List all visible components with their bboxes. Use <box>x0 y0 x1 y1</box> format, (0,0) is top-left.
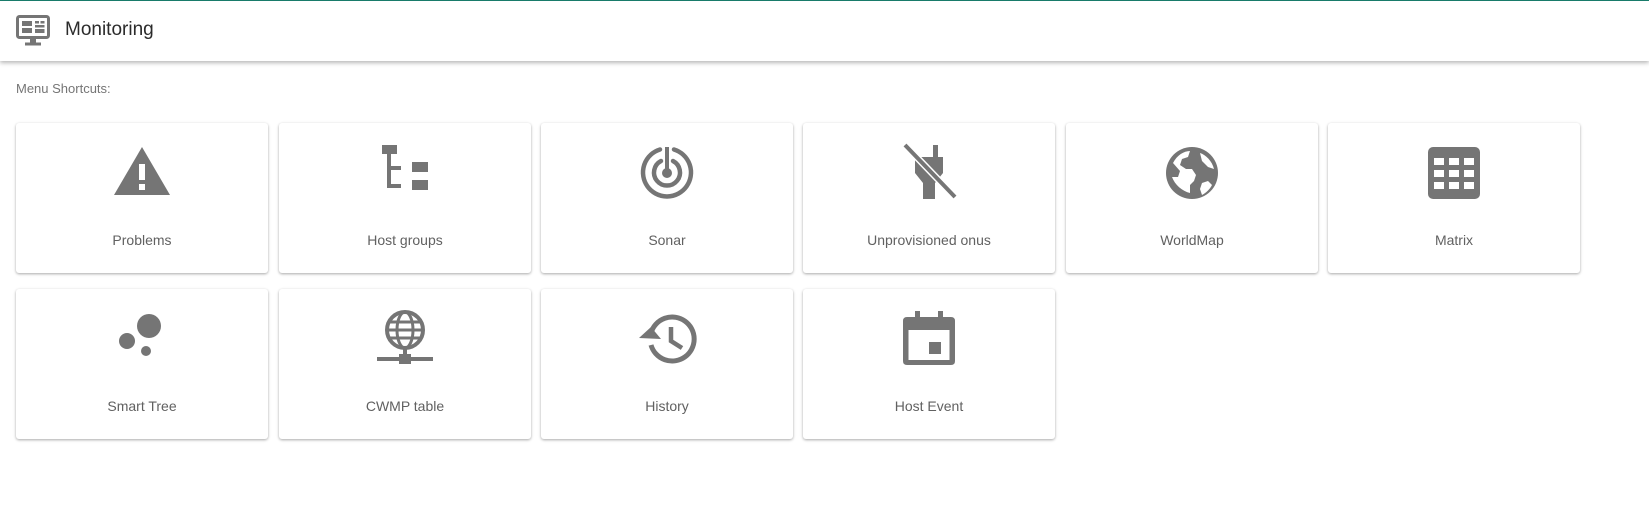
menu-shortcuts-label: Menu Shortcuts: <box>16 81 111 96</box>
page-title: Monitoring <box>65 19 154 40</box>
shortcut-label: Sonar <box>648 232 686 248</box>
page-header: Monitoring <box>0 1 1649 61</box>
calendar-event-icon <box>899 309 959 369</box>
shortcut-label: Unprovisioned onus <box>867 232 991 248</box>
shortcut-label: History <box>645 398 689 414</box>
shortcut-card-smart-tree[interactable]: Smart Tree <box>16 289 268 439</box>
shortcut-label: Host groups <box>367 232 443 248</box>
shortcut-card-unprovisioned-onus[interactable]: Unprovisioned onus <box>803 123 1055 273</box>
shortcut-label: Smart Tree <box>107 398 177 414</box>
warning-icon <box>112 143 172 203</box>
shortcut-card-host-event[interactable]: Host Event <box>803 289 1055 439</box>
monitor-dashboard-icon <box>16 15 50 47</box>
shortcut-card-sonar[interactable]: Sonar <box>541 123 793 273</box>
grid-icon <box>1424 143 1484 203</box>
web-network-icon <box>375 309 435 369</box>
power-plug-off-icon <box>899 143 959 203</box>
tree-structure-icon <box>375 143 435 203</box>
sonar-icon <box>637 143 697 203</box>
globe-icon <box>1162 143 1222 203</box>
shortcut-label: CWMP table <box>365 398 445 414</box>
bubbles-icon <box>112 309 172 369</box>
shortcut-card-matrix[interactable]: Matrix <box>1328 123 1580 273</box>
shortcut-card-history[interactable]: History <box>541 289 793 439</box>
shortcut-label: Problems <box>112 232 172 248</box>
shortcut-card-cwmp-table[interactable]: CWMP table <box>279 289 531 439</box>
shortcut-label: WorldMap <box>1160 232 1224 248</box>
shortcut-card-worldmap[interactable]: WorldMap <box>1066 123 1318 273</box>
shortcut-label: Host Event <box>894 398 964 414</box>
shortcut-card-host-groups[interactable]: Host groups <box>279 123 531 273</box>
shortcut-card-problems[interactable]: Problems <box>16 123 268 273</box>
history-icon <box>637 309 697 369</box>
shortcut-label: Matrix <box>1434 232 1474 248</box>
